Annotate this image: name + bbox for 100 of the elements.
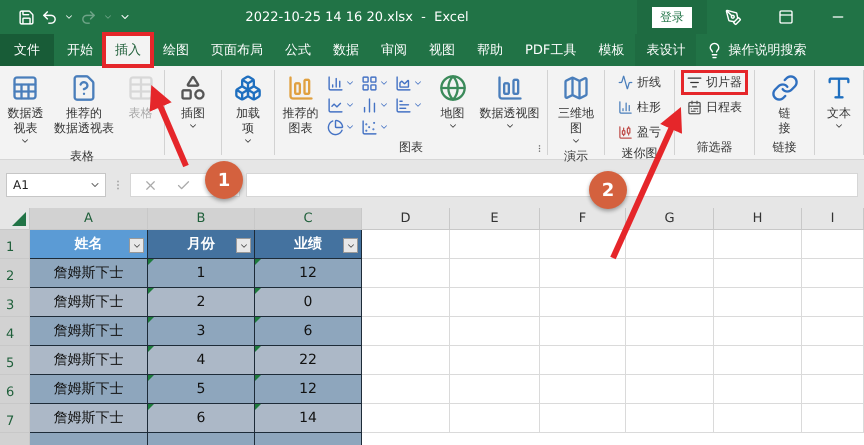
header-cell[interactable]: 姓名 <box>30 230 148 259</box>
column-header[interactable]: A <box>30 208 148 230</box>
table-cell: 12 <box>255 375 362 404</box>
filter-button[interactable] <box>236 238 251 253</box>
table-cell: 2 <box>148 288 255 317</box>
column-header[interactable]: B <box>148 208 255 230</box>
row-header[interactable]: 1 <box>0 230 30 259</box>
ribbon-button[interactable]: 插图 <box>174 70 212 133</box>
column-header[interactable]: H <box>714 208 802 230</box>
ribbon-tab[interactable]: 开始 <box>56 34 104 66</box>
save-icon[interactable] <box>18 8 35 26</box>
row-header[interactable]: 4 <box>0 317 30 346</box>
empty-cell <box>802 346 864 375</box>
table-cell: 詹姆斯下士 <box>30 375 148 404</box>
row-header[interactable]: 7 <box>0 404 30 433</box>
undo-icon[interactable] <box>41 8 58 26</box>
table-cell: 4 <box>148 346 255 375</box>
ribbon-button[interactable]: 地图 <box>434 70 472 133</box>
ribbon-tab[interactable]: 绘图 <box>152 34 200 66</box>
ribbon-button[interactable]: 日程表 <box>681 95 748 120</box>
filter-button[interactable] <box>129 238 144 253</box>
error-indicator-icon <box>148 259 154 265</box>
filter-button[interactable] <box>343 238 358 253</box>
ribbon-button[interactable]: 加载 项 <box>229 70 267 148</box>
error-indicator-icon <box>148 346 154 352</box>
ribbon-tab[interactable]: 插入 <box>104 34 152 66</box>
ribbon-button[interactable]: 推荐的 图表 <box>280 70 322 138</box>
name-box[interactable]: A1 <box>6 173 106 197</box>
group-label: 筛选器 <box>696 139 732 155</box>
error-indicator-icon <box>148 317 154 323</box>
header-cell[interactable]: 月份 <box>148 230 255 259</box>
column-header[interactable]: C <box>255 208 362 230</box>
table-cell: 詹姆斯下士 <box>30 288 148 317</box>
table-cell: 詹姆斯下士 <box>30 404 148 433</box>
table-cell: 6 <box>148 404 255 433</box>
login-button[interactable]: 登录 <box>652 6 692 28</box>
error-indicator-icon <box>255 346 261 352</box>
group-label: 演示 <box>564 148 588 164</box>
row-header[interactable]: 6 <box>0 375 30 404</box>
ribbon-tab[interactable]: 文件 <box>0 34 54 66</box>
ribbon-button[interactable]: 盈亏 <box>612 120 667 145</box>
column-header[interactable]: E <box>450 208 540 230</box>
ribbon-button[interactable]: 数据透 视表 <box>4 70 46 148</box>
ribbon-tab[interactable]: 视图 <box>418 34 466 66</box>
tell-me-search[interactable]: 操作说明搜索 <box>728 41 806 59</box>
scatter-chart-icon <box>360 118 378 136</box>
column-sparkline-icon <box>618 100 633 115</box>
ribbon-tab[interactable]: 公式 <box>274 34 322 66</box>
column-header[interactable]: G <box>626 208 714 230</box>
ribbon-tab[interactable]: 模板 <box>587 34 636 66</box>
window-title: 2022-10-25 14 16 20.xlsx - Excel <box>244 10 470 24</box>
table-cell: 6 <box>255 317 362 346</box>
table-cell: 5 <box>148 375 255 404</box>
column-header[interactable]: I <box>802 208 864 230</box>
row-header[interactable]: 5 <box>0 346 30 375</box>
group-label: 图表 <box>399 139 423 155</box>
pie-chart-icon <box>326 118 344 136</box>
ribbon-tab[interactable]: PDF工具 <box>514 34 588 66</box>
ribbon-tab[interactable]: 数据 <box>322 34 370 66</box>
table-cell: 14 <box>255 404 362 433</box>
table-cell: 12 <box>255 259 362 288</box>
table-cell: 詹姆斯下士 <box>30 259 148 288</box>
table-cell: 22 <box>255 346 362 375</box>
ribbon-tab[interactable]: 页面布局 <box>200 34 274 66</box>
header-cell[interactable]: 业绩 <box>255 230 362 259</box>
column-header[interactable]: D <box>362 208 450 230</box>
step-number-badge: 1 <box>205 161 243 199</box>
treemap-chart-icon <box>360 74 378 92</box>
ribbon-button[interactable]: 折线 <box>612 70 667 95</box>
error-indicator-icon <box>148 288 154 294</box>
empty-cell <box>802 288 864 317</box>
error-indicator-icon <box>255 288 261 294</box>
empty-cell <box>802 259 864 288</box>
ribbon-button[interactable]: 推荐的 数据透视表 <box>50 70 117 138</box>
ribbon-button[interactable]: 链 接 <box>766 70 804 138</box>
ribbon-button[interactable]: 柱形 <box>612 95 667 120</box>
ribbon-tab[interactable]: 审阅 <box>370 34 418 66</box>
ribbon-button[interactable]: 文本 <box>820 70 858 133</box>
row-header[interactable]: 3 <box>0 288 30 317</box>
error-indicator-icon <box>255 317 261 323</box>
ribbon-display-icon[interactable] <box>778 9 794 25</box>
step-number-badge: 2 <box>589 171 627 209</box>
column-header[interactable]: F <box>540 208 626 230</box>
line-sparkline-icon <box>618 75 633 90</box>
pen-icon[interactable] <box>725 8 742 26</box>
error-indicator-icon <box>255 375 261 381</box>
ribbon-button[interactable]: 切片器 <box>681 70 748 95</box>
error-indicator-icon <box>148 404 154 410</box>
formula-input[interactable] <box>246 173 858 197</box>
ribbon-button[interactable]: 三维地 图 <box>555 70 597 148</box>
row-header[interactable]: 2 <box>0 259 30 288</box>
ribbon-button[interactable]: 数据透视图 <box>476 70 542 133</box>
error-indicator-icon <box>255 259 261 265</box>
error-indicator-icon <box>255 404 261 410</box>
empty-cell <box>802 404 864 433</box>
group-label: 迷你图 <box>622 145 658 161</box>
table-cell: 0 <box>255 288 362 317</box>
table-cell: 詹姆斯下士 <box>30 346 148 375</box>
ribbon-tab[interactable]: 帮助 <box>466 34 514 66</box>
ribbon-tab[interactable]: 表设计 <box>635 34 696 66</box>
